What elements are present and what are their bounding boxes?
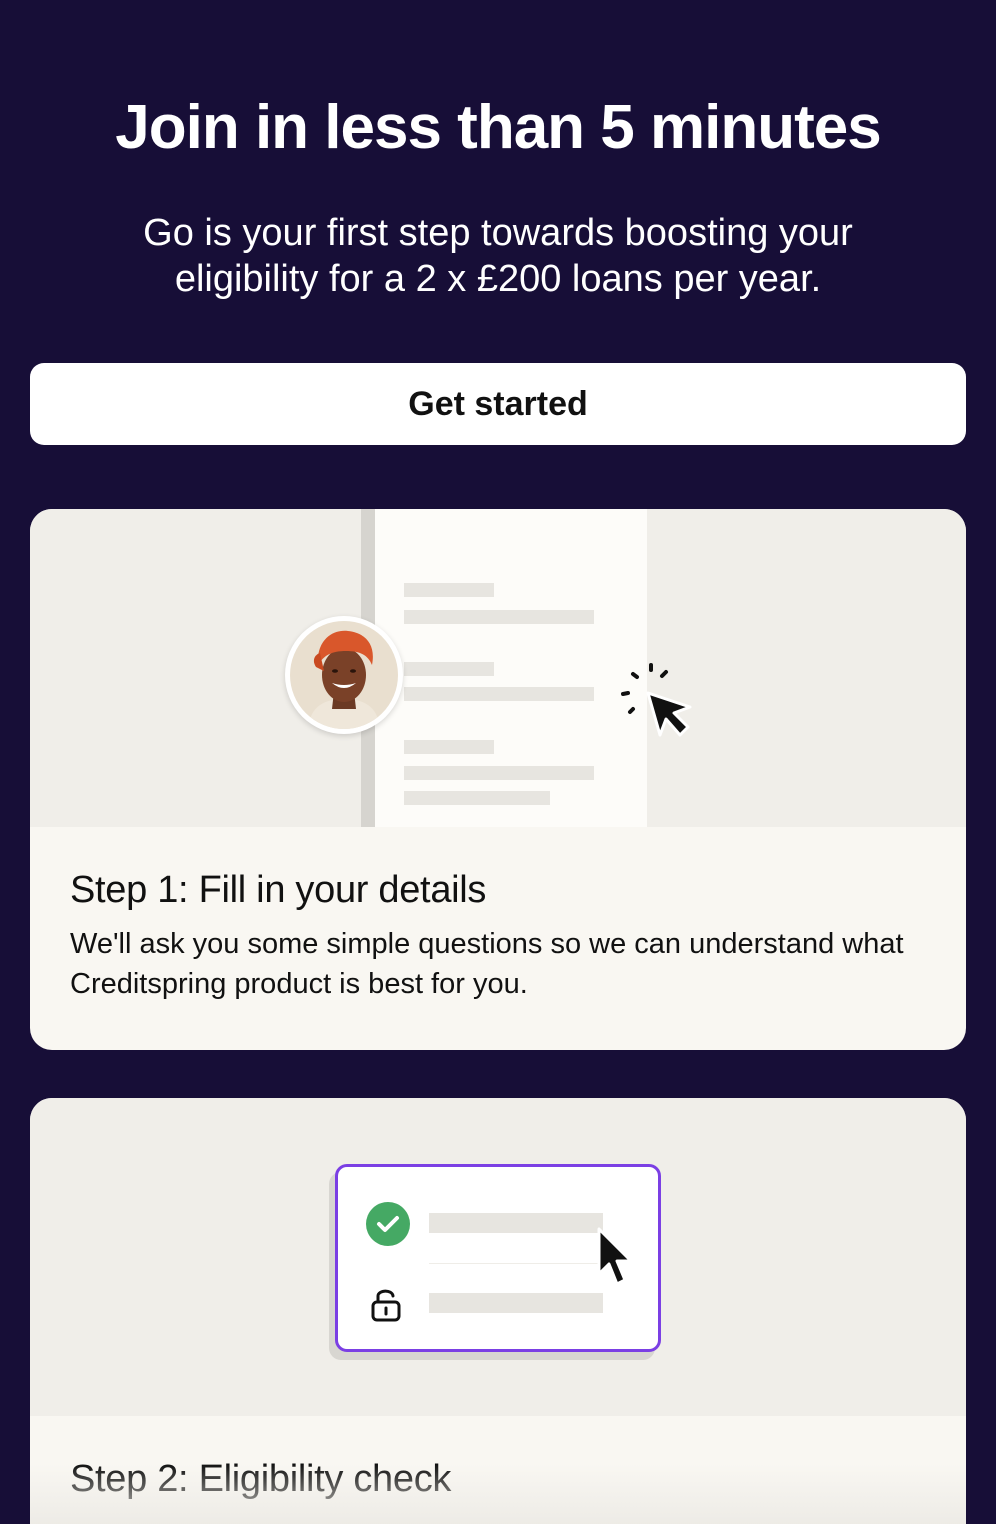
avatar-portrait: [290, 621, 398, 729]
step-1-illustration: [30, 509, 966, 827]
form-line: [404, 791, 550, 805]
form-document: [375, 509, 647, 827]
step-1-title: Step 1: Fill in your details: [70, 869, 487, 911]
checklist-line: [429, 1213, 603, 1233]
form-line: [404, 766, 594, 780]
divider: [429, 1263, 603, 1264]
check-icon: [366, 1202, 410, 1246]
step-2-title: Step 2: Eligibility check: [70, 1458, 452, 1500]
click-cursor-icon: [621, 663, 692, 737]
step-2-illustration: [30, 1098, 966, 1416]
form-line: [404, 687, 594, 701]
unlock-icon: [371, 1289, 401, 1322]
page-title: Join in less than 5 minutes: [115, 93, 881, 162]
get-started-button[interactable]: Get started: [30, 363, 966, 445]
checklist-line: [429, 1293, 603, 1313]
avatar: [285, 616, 403, 734]
arrow-cursor-icon: [597, 1227, 633, 1286]
hero-subtitle: Go is your first step towards boosting y…: [143, 212, 853, 300]
form-line: [404, 740, 494, 754]
step-2-text: Step 2: Eligibility check: [70, 1458, 926, 1501]
form-line: [404, 583, 494, 597]
form-line: [404, 662, 494, 676]
step-1-text: Step 1: Fill in your details We'll ask y…: [70, 869, 926, 1004]
form-line: [404, 610, 594, 624]
step-1-card: Step 1: Fill in your details We'll ask y…: [30, 509, 966, 1050]
step-1-description: We'll ask you some simple questions so w…: [70, 928, 904, 1000]
step-2-card: Step 2: Eligibility check: [30, 1098, 966, 1524]
page: Join in less than 5 minutes Go is your f…: [0, 0, 996, 1524]
